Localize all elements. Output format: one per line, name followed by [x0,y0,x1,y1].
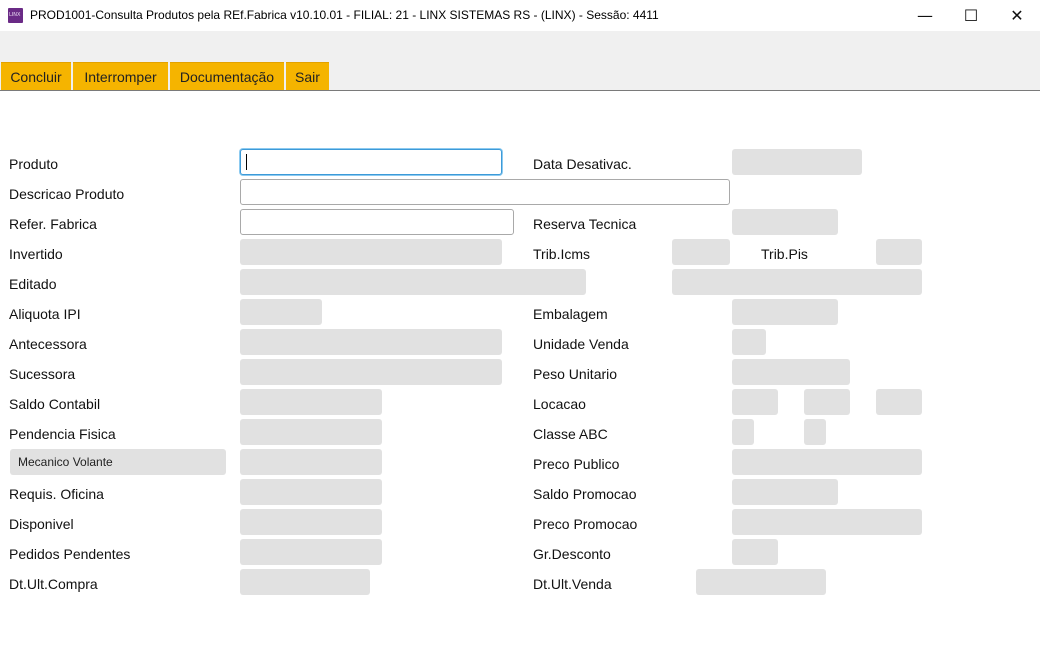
saldo-contabil-label: Saldo Contabil [9,396,101,412]
locacao-field-2 [804,389,850,415]
unidade-venda-label: Unidade Venda [533,336,629,352]
maximize-button[interactable]: ☐ [948,0,994,31]
reserva-tecnica-field [732,209,838,235]
trib-icms-label: Trib.Icms [533,246,591,262]
classe-abc-field-1 [732,419,754,445]
peso-unitario-field [732,359,850,385]
embalagem-field [732,299,838,325]
documentacao-button[interactable]: Documentação [170,62,284,90]
sucessora-field [240,359,502,385]
close-button[interactable]: ✕ [994,0,1040,31]
refer-fabrica-label: Refer. Fabrica [9,216,97,232]
antecessora-field [240,329,502,355]
locacao-field-3 [876,389,922,415]
mecanico-volante-field [240,449,382,475]
dt-ult-venda-field [696,569,826,595]
trib-pis-label: Trib.Pis [761,246,808,262]
antecessora-label: Antecessora [9,336,87,352]
trib-icms-field [672,239,730,265]
editado-extra-field [672,269,922,295]
gr-desconto-label: Gr.Desconto [533,546,611,562]
pedidos-pendentes-field [240,539,382,565]
disponivel-field [240,509,382,535]
aliquota-ipi-label: Aliquota IPI [9,306,81,322]
text-caret [246,154,247,170]
toolbar: Concluir Interromper Documentação Sair [0,31,1040,91]
invertido-label: Invertido [9,246,63,262]
linx-app-icon: LINX [8,8,23,23]
classe-abc-label: Classe ABC [533,426,608,442]
trib-pis-field [876,239,922,265]
peso-unitario-label: Peso Unitario [533,366,618,382]
embalagem-label: Embalagem [533,306,608,322]
locacao-label: Locacao [533,396,586,412]
requis-oficina-field [240,479,382,505]
preco-publico-label: Preco Publico [533,456,620,472]
refer-fabrica-input[interactable] [240,209,514,235]
editado-field [240,269,586,295]
sair-button[interactable]: Sair [286,62,329,90]
app-icon-text: LINX [9,12,21,18]
reserva-tecnica-label: Reserva Tecnica [533,216,637,232]
minimize-button[interactable]: — [902,0,948,31]
saldo-contabil-field [240,389,382,415]
close-icon: ✕ [1010,6,1024,25]
requis-oficina-label: Requis. Oficina [9,486,104,502]
locacao-field-1 [732,389,778,415]
gr-desconto-field [732,539,778,565]
concluir-button[interactable]: Concluir [1,62,71,90]
data-desativac-field [732,149,862,175]
disponivel-label: Disponivel [9,516,74,532]
aliquota-ipi-field [240,299,322,325]
pendencia-fisica-label: Pendencia Fisica [9,426,116,442]
preco-promocao-field [732,509,922,535]
unidade-venda-field [732,329,766,355]
maximize-icon: ☐ [963,6,979,25]
title-bar: LINX PROD1001-Consulta Produtos pela REf… [0,0,1040,31]
pedidos-pendentes-label: Pedidos Pendentes [9,546,131,562]
data-desativac-label: Data Desativac. [533,156,632,172]
interromper-button[interactable]: Interromper [73,62,168,90]
saldo-promocao-field [732,479,838,505]
produto-input[interactable] [240,149,502,175]
preco-publico-field [732,449,922,475]
minimize-icon: — [917,6,933,25]
descricao-produto-label: Descricao Produto [9,186,125,202]
editado-label: Editado [9,276,57,292]
dt-ult-compra-field [240,569,370,595]
mecanico-volante-button[interactable]: Mecanico Volante [10,449,226,475]
pendencia-fisica-field [240,419,382,445]
preco-promocao-label: Preco Promocao [533,516,638,532]
descricao-produto-input[interactable] [240,179,730,205]
produto-label: Produto [9,156,59,172]
dt-ult-compra-label: Dt.Ult.Compra [9,576,98,592]
dt-ult-venda-label: Dt.Ult.Venda [533,576,612,592]
window-title: PROD1001-Consulta Produtos pela REf.Fabr… [30,8,659,22]
classe-abc-field-2 [804,419,826,445]
sucessora-label: Sucessora [9,366,76,382]
saldo-promocao-label: Saldo Promocao [533,486,637,502]
invertido-field [240,239,502,265]
